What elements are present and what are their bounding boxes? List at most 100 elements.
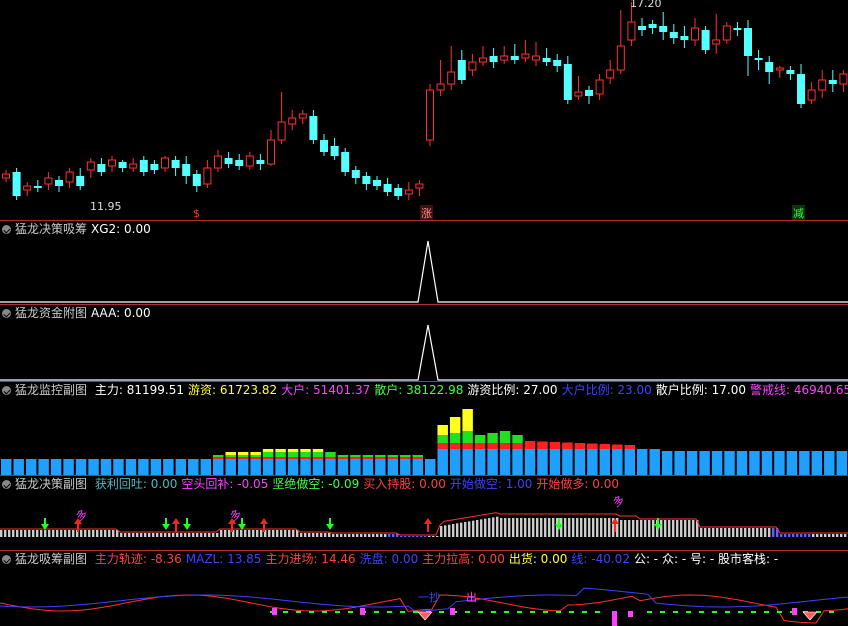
profile-bar [812, 534, 815, 537]
price-pane[interactable]: 17.20 11.95 $ 涨 减 [0, 0, 848, 220]
profile-bar [504, 518, 507, 537]
profile-bar [292, 530, 295, 537]
xg2-spike-chart [0, 240, 848, 303]
sell-arrow-icon [326, 524, 334, 530]
profile-bar [284, 530, 287, 537]
fund-bar-segment [449, 433, 461, 443]
candlestick-chart[interactable] [0, 0, 848, 220]
profile-bar [364, 534, 367, 537]
fund-bar [786, 451, 798, 475]
profile-bar [300, 533, 303, 537]
profile-bar [68, 530, 71, 537]
dash-mark [699, 611, 704, 613]
candle-body [55, 180, 63, 186]
profile-bar [764, 528, 767, 537]
fund-bar-segment [375, 457, 386, 459]
candle-body [139, 160, 148, 172]
fund-bar-segment [262, 452, 274, 457]
xg2-pane[interactable]: 猛龙决策吸筹 XG2: 0.00 [0, 221, 848, 304]
fund-bar [661, 451, 673, 475]
dash-mark [322, 611, 327, 613]
profile-bar [128, 533, 131, 537]
profile-bar [700, 528, 703, 537]
profile-bar [568, 518, 571, 537]
fund-bar-segment [412, 457, 423, 459]
fund-bar-segment [312, 452, 324, 457]
profile-bar [736, 528, 739, 537]
fund-bar [699, 451, 710, 475]
profile-bar [820, 534, 823, 537]
fund-bar [474, 449, 486, 475]
profile-bar [356, 534, 359, 537]
fund-bar-segment [237, 457, 249, 459]
profile-bar [508, 518, 511, 537]
profile-bar [328, 533, 331, 537]
monitor-pane[interactable]: 猛龙监控副图 主力: 81199.51 游资: 61723.82 大户: 51401… [0, 382, 848, 475]
candle-body [468, 61, 477, 71]
profile-bar [60, 530, 63, 537]
fund-bar [100, 459, 112, 475]
fund-bar-segment [624, 445, 635, 449]
candle-body [288, 117, 297, 125]
candle-body [532, 55, 540, 61]
profile-bar [784, 534, 787, 537]
fund-bar [562, 449, 573, 475]
fund-bar-segment [524, 441, 536, 449]
fund-bar-segment [400, 455, 411, 457]
fund-bar-segment [213, 455, 224, 457]
profile-bar [28, 530, 31, 537]
fund-bar [774, 451, 785, 475]
fund-bar [549, 449, 561, 475]
profile-bar [664, 520, 667, 537]
candle-body [818, 79, 827, 91]
dash-mark [595, 611, 600, 613]
candle-body [192, 174, 201, 186]
fund-bar [337, 459, 349, 475]
low-price-label: 11.95 [90, 200, 122, 213]
profile-bar [788, 534, 791, 537]
profile-bar [660, 520, 663, 537]
aaa-spike-chart [0, 324, 848, 381]
fund-bar-segment [262, 457, 274, 459]
signal-dollar: $ [193, 207, 200, 220]
fund-bar-segment [262, 449, 274, 452]
fund-bar [512, 449, 523, 475]
profile-bar [752, 528, 755, 537]
candle-body [585, 90, 593, 96]
candle-body [828, 80, 837, 84]
fund-bar-segment [412, 455, 423, 457]
fund-bar-segment [487, 433, 498, 443]
profile-bar [632, 520, 635, 537]
dash-mark [517, 611, 522, 613]
buy-arrow-icon [424, 518, 432, 524]
profile-bar [716, 528, 719, 537]
profile-bar [276, 530, 279, 537]
fund-bar [300, 459, 311, 475]
signal-reduce: 减 [792, 205, 805, 220]
candle-body [383, 184, 392, 192]
profile-bar [236, 530, 239, 537]
profile-bar [488, 518, 491, 537]
candle-body [669, 32, 678, 38]
profile-bar [640, 520, 643, 537]
profile-bar [152, 533, 155, 537]
profile-bar [280, 530, 283, 537]
decision-chart [0, 512, 848, 537]
profile-bar [0, 530, 3, 537]
profile-bar [436, 536, 439, 537]
profile-bar [228, 530, 231, 537]
fund-bar [587, 449, 598, 475]
aaa-pane[interactable]: 猛龙资金附图 AAA: 0.00 [0, 305, 848, 381]
fund-bar [1, 459, 12, 475]
profile-bar [64, 530, 67, 537]
fund-bar [425, 459, 436, 475]
candle-body [447, 71, 456, 85]
decision-pane[interactable]: 猛龙决策副图 获利回吐: 0.00 空头回补: -0.05 坚绝做空: -0.09 买… [0, 476, 848, 550]
fund-bar [38, 459, 49, 475]
profile-bar [288, 530, 291, 537]
dash-mark [673, 611, 678, 613]
profile-bar [104, 530, 107, 537]
absorb-pane[interactable]: 猛龙吸筹副图 主力轨迹: -8.36 MAZL: 13.85 主力进场: 14.46… [0, 551, 848, 626]
profile-bar [380, 534, 383, 537]
profile-bar [56, 530, 59, 537]
